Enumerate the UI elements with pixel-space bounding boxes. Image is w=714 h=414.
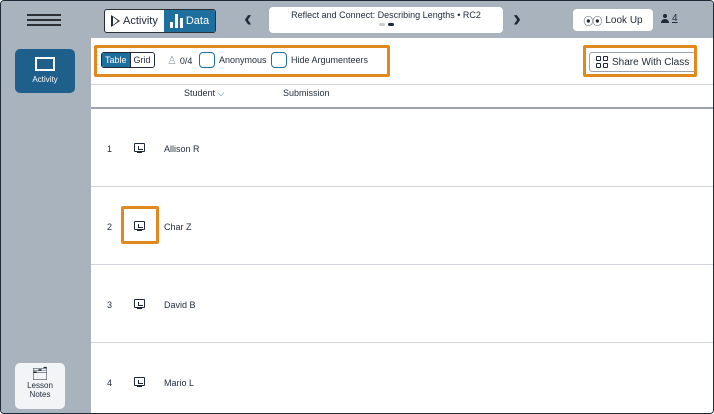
student-column-header[interactable]: Student ⌵ <box>184 88 224 99</box>
app-window: Activity Data ‹ Reflect and Connect: Des… <box>0 0 714 414</box>
page-dot[interactable] <box>378 23 385 26</box>
highlight-submission-icon <box>121 206 159 244</box>
play-icon <box>111 15 120 27</box>
submission-screen-icon[interactable] <box>134 143 145 153</box>
activity-title-box: Reflect and Connect: Describing Lengths … <box>269 7 503 33</box>
sidebar-activity-button[interactable]: Activity <box>15 49 75 93</box>
look-up-label: Look Up <box>605 14 643 26</box>
binder-clip-icon: 🗂 <box>31 366 49 381</box>
table-row[interactable]: 4 Mario L <box>91 343 713 413</box>
look-up-button[interactable]: ⦿⦿ Look Up <box>573 9 653 31</box>
previous-arrow-icon[interactable]: ‹ <box>244 7 252 31</box>
chevron-down-icon: ⌵ <box>217 88 225 98</box>
view-toggle: Activity Data <box>104 9 217 33</box>
lesson-notes-button[interactable]: 🗂 Lesson Notes <box>15 363 65 409</box>
row-number: 3 <box>107 300 113 310</box>
page-dot-active[interactable] <box>387 23 394 26</box>
lesson-notes-label-1: Lesson <box>27 381 53 390</box>
main-content: Table Grid ♙ 0/4 Anonymous Hide Argument… <box>91 38 713 413</box>
activity-tab[interactable]: Activity <box>105 10 164 32</box>
row-number: 1 <box>107 144 113 154</box>
submission-column-header: Submission <box>283 88 330 98</box>
bar-chart-icon <box>169 14 183 28</box>
highlight-toolbar-controls <box>94 45 390 77</box>
top-bar: Activity Data ‹ Reflect and Connect: Des… <box>1 1 713 38</box>
data-tab[interactable]: Data <box>163 10 216 32</box>
lesson-notes-label-2: Notes <box>29 390 51 399</box>
submission-screen-icon[interactable] <box>134 299 145 309</box>
row-number: 2 <box>107 222 113 232</box>
monitor-icon <box>35 57 55 71</box>
table-row[interactable]: 3 David B <box>91 265 713 343</box>
eyes-icon: ⦿⦿ <box>583 16 602 28</box>
row-number: 4 <box>107 378 113 388</box>
table-row[interactable]: 2 Char Z <box>91 187 713 265</box>
menu-icon[interactable] <box>27 11 61 27</box>
student-name: David B <box>164 300 196 310</box>
page-dots <box>269 23 503 26</box>
data-tab-label: Data <box>185 15 210 27</box>
activity-tab-label: Activity <box>123 15 158 27</box>
student-name: Char Z <box>164 222 192 232</box>
activity-title: Reflect and Connect: Describing Lengths … <box>291 10 481 20</box>
sidebar-activity-label: Activity <box>32 75 58 84</box>
person-icon <box>661 14 669 23</box>
highlight-share-button <box>583 45 697 77</box>
users-button[interactable]: 4 <box>661 13 678 24</box>
user-count: 4 <box>672 13 678 24</box>
sidebar: Activity 🗂 Lesson Notes <box>1 38 91 413</box>
student-name: Mario L <box>164 378 195 388</box>
next-arrow-icon[interactable]: › <box>513 7 521 31</box>
student-name: Allison R <box>164 144 200 154</box>
table-row[interactable]: 1 Allison R <box>91 109 713 187</box>
submission-screen-icon[interactable] <box>134 377 145 387</box>
student-header-label: Student <box>184 88 216 98</box>
